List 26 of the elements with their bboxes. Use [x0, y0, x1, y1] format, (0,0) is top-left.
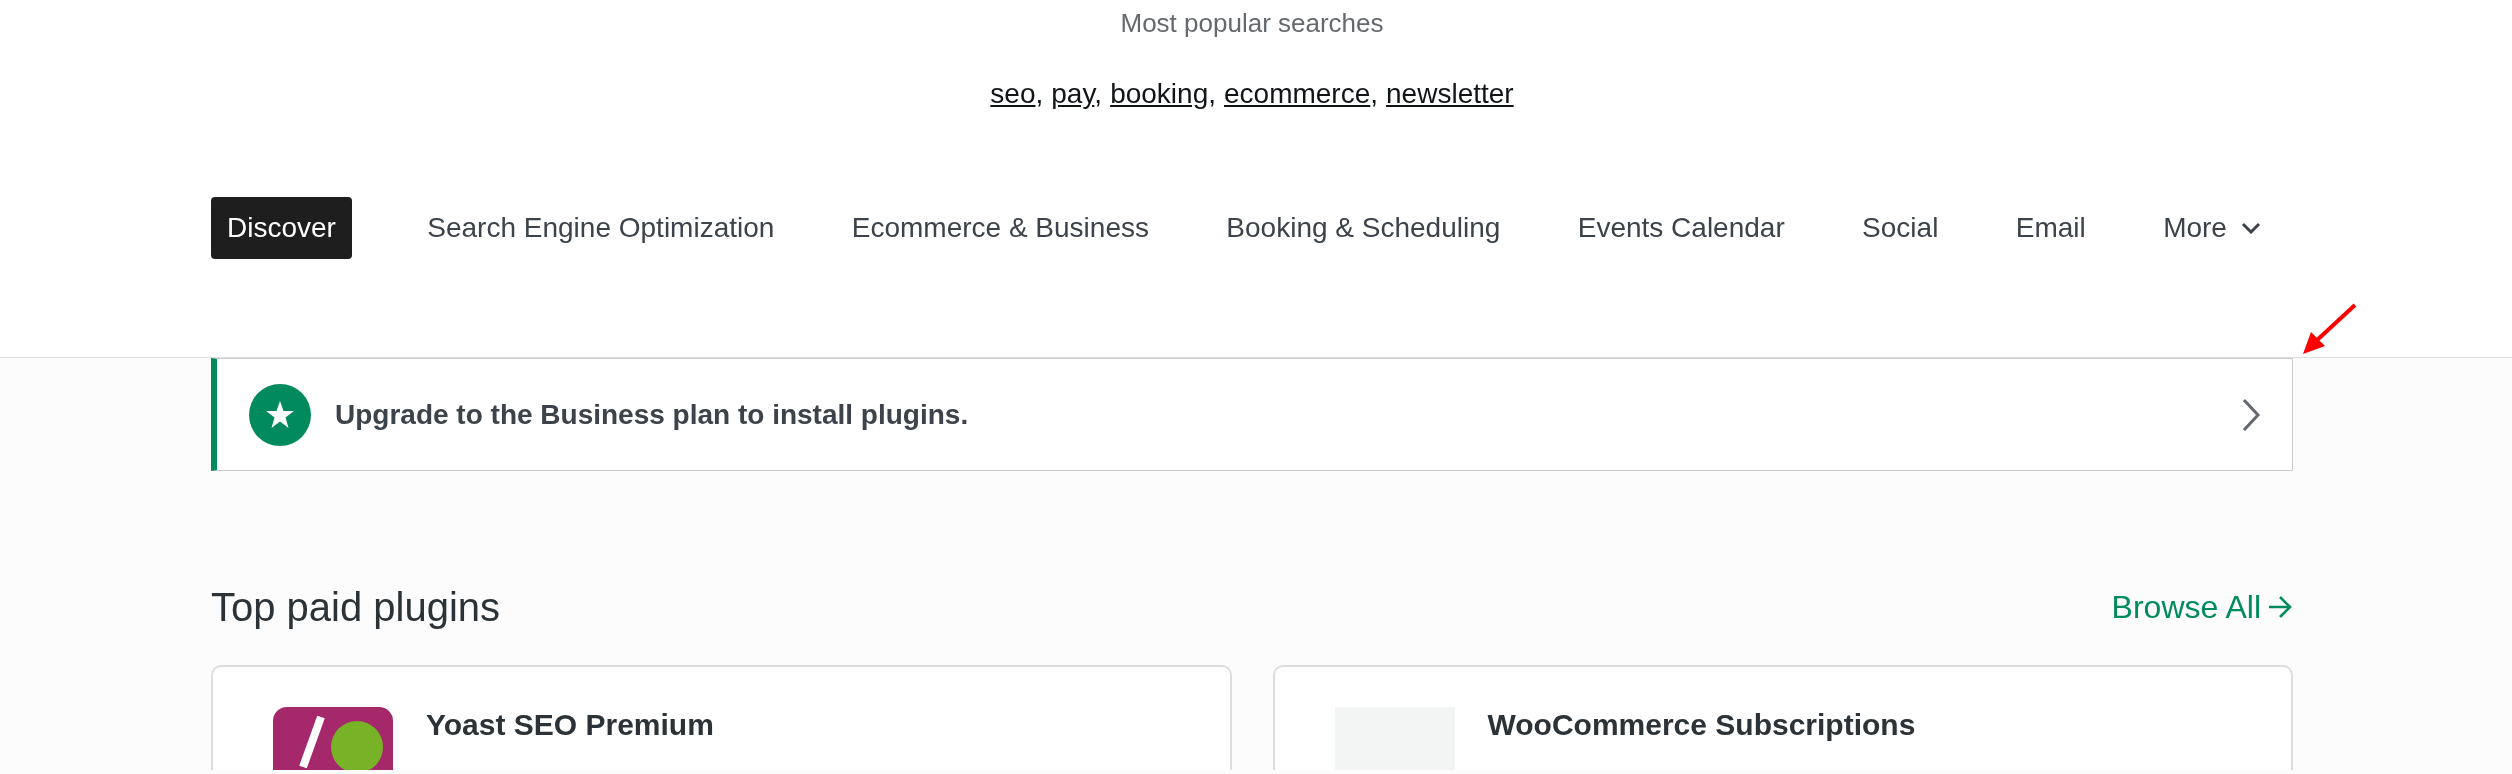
search-term-link[interactable]: seo [990, 78, 1036, 109]
upgrade-banner[interactable]: Upgrade to the Business plan to install plugins. [211, 358, 2293, 471]
separator-comma: , [1035, 78, 1044, 109]
category-tab[interactable]: Booking & Scheduling [1224, 197, 1503, 259]
plugin-card[interactable]: Yoast SEO Premium [211, 665, 1232, 770]
plugin-card[interactable]: WooCommerce Subscriptions [1272, 665, 2293, 770]
search-term-link[interactable]: booking [1110, 78, 1209, 109]
separator-comma: , [1370, 78, 1379, 109]
category-tab[interactable]: Email [2013, 197, 2088, 259]
category-tab[interactable]: Social [1860, 197, 1941, 259]
more-dropdown[interactable]: More [2161, 197, 2263, 259]
browse-all-link[interactable]: Browse All [2111, 583, 2293, 631]
separator-comma: , [1094, 78, 1103, 109]
plugin-name: Yoast SEO Premium [426, 707, 714, 743]
section-title: Top paid plugins [211, 584, 501, 631]
separator-comma: , [1208, 78, 1216, 109]
search-term-link[interactable]: ecommerce [1224, 78, 1371, 109]
category-tab[interactable]: Events Calendar [1575, 197, 1787, 259]
search-term-link[interactable]: pay [1051, 78, 1095, 109]
category-tab[interactable]: Ecommerce & Business [849, 197, 1151, 259]
category-tab[interactable]: Discover [211, 197, 352, 259]
category-tab[interactable]: Search Engine Optimization [425, 197, 777, 259]
plugin-name: WooCommerce Subscriptions [1487, 707, 1916, 743]
search-term-link[interactable]: newsletter [1386, 78, 1514, 109]
section-subtitle: Most popular searches [1119, 7, 1385, 40]
banner-message: Upgrade to the Business plan to install plugins. [335, 397, 970, 432]
